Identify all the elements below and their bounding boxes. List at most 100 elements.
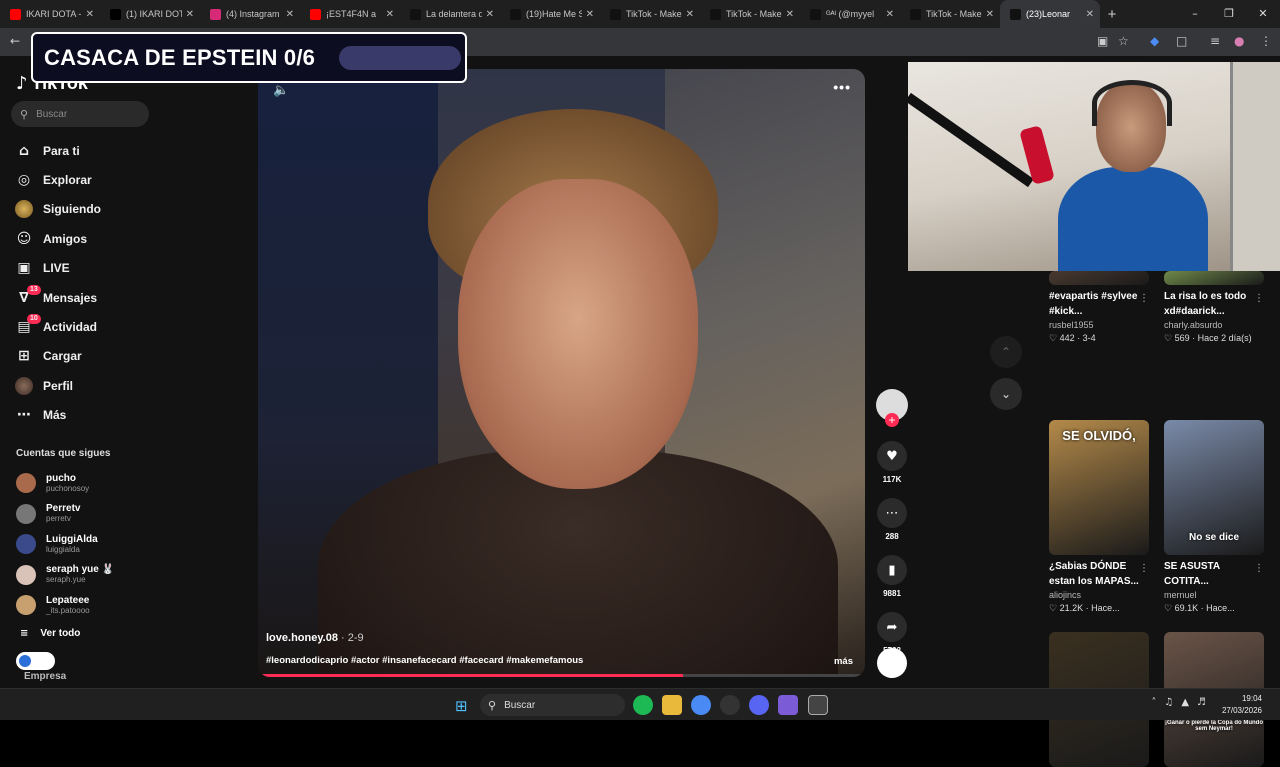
install-icon[interactable]: ▣: [1097, 34, 1108, 48]
sidebar-item-profile-avatar[interactable]: Perfil: [14, 371, 154, 400]
menu-kebab-icon[interactable]: ⋮: [1260, 34, 1272, 48]
bookmark-icon[interactable]: ▮: [877, 555, 907, 585]
card-title[interactable]: SE ASUSTA COTITA...: [1164, 559, 1256, 589]
chrome-icon[interactable]: [691, 695, 711, 715]
see-all-link[interactable]: ≡ Ver todo: [20, 628, 80, 639]
save-action[interactable]: ▮ 9881: [874, 555, 910, 598]
card-user[interactable]: mernuel: [1164, 590, 1264, 600]
heart-icon[interactable]: ♥: [877, 441, 907, 471]
sidebar-item-home[interactable]: ⌂ Para ti: [14, 136, 154, 165]
close-icon[interactable]: ✕: [386, 9, 394, 20]
windows-start-icon[interactable]: ⊞: [455, 697, 468, 715]
sidebar-item-live[interactable]: ▣ LIVE: [14, 254, 154, 283]
close-icon[interactable]: ✕: [186, 9, 194, 20]
close-icon[interactable]: ✕: [1086, 9, 1094, 20]
close-icon[interactable]: ✕: [686, 9, 694, 20]
spotify-icon[interactable]: [633, 695, 653, 715]
card-user[interactable]: rusbel1955: [1049, 320, 1149, 330]
followed-account[interactable]: seraph yue 🐰 seraph.yue: [16, 560, 156, 591]
minimize-icon[interactable]: –: [1178, 0, 1212, 28]
followed-account[interactable]: Lepateee _its.patoooo: [16, 590, 156, 621]
close-icon[interactable]: ✕: [786, 9, 794, 20]
card-menu-icon[interactable]: ⋮: [1139, 293, 1149, 304]
sidebar-item-friends[interactable]: ☺ Amigos: [14, 224, 154, 253]
file-explorer-icon[interactable]: [662, 695, 682, 715]
followed-account[interactable]: pucho puchonosoy: [16, 468, 156, 499]
sound-disc-icon[interactable]: [877, 648, 907, 678]
sidebar-item-compass[interactable]: ◎ Explorar: [14, 165, 154, 194]
business-toggle[interactable]: [16, 652, 55, 670]
close-icon[interactable]: ✕: [86, 9, 94, 20]
close-icon[interactable]: ✕: [986, 9, 994, 20]
video-hashtags[interactable]: #leonardodicaprio #actor #insanefacecard…: [266, 655, 583, 666]
card-menu-icon[interactable]: ⋮: [1254, 563, 1264, 574]
more-options-icon[interactable]: •••: [833, 79, 851, 95]
like-action[interactable]: ♥ 117K: [874, 441, 910, 484]
video-username[interactable]: love.honey.08: [266, 632, 338, 644]
close-window-icon[interactable]: ✕: [1246, 0, 1280, 28]
followed-account[interactable]: Perretv perretv: [16, 499, 156, 530]
comment-action[interactable]: ⋯ 288: [874, 498, 910, 541]
browser-tab[interactable]: (19)Hate Me S ✕: [500, 0, 600, 28]
video-thumbnail[interactable]: No se dice: [1164, 420, 1264, 555]
video-more-link[interactable]: más: [834, 656, 853, 667]
browser-tab[interactable]: TikTok - Make ✕: [900, 0, 1000, 28]
puzzle-icon[interactable]: □: [1176, 34, 1187, 48]
taskbar-search[interactable]: ⚲ Buscar: [480, 694, 625, 716]
video-thumbnail[interactable]: SE OLVIDÓ,: [1049, 420, 1149, 555]
app-grid-icon[interactable]: [778, 695, 798, 715]
card-user[interactable]: aliojincs: [1049, 590, 1149, 600]
tab-list-icon[interactable]: ≡: [1210, 34, 1220, 48]
browser-tab[interactable]: (23)Leonar ✕: [1000, 0, 1100, 28]
next-video-button[interactable]: ⌄: [990, 378, 1022, 410]
card-title[interactable]: ¿Sabias DÓNDE estan los MAPAS...: [1049, 559, 1141, 589]
browser-tab[interactable]: La delantera d ✕: [400, 0, 500, 28]
close-icon[interactable]: ✕: [586, 9, 594, 20]
comment-icon[interactable]: ⋯: [877, 498, 907, 528]
obs-icon[interactable]: [720, 695, 740, 715]
browser-tab[interactable]: TikTok - Make ✕: [700, 0, 800, 28]
card-user[interactable]: charly.absurdo: [1164, 320, 1264, 330]
browser-tab[interactable]: IKARI DOTA - • ✕: [0, 0, 100, 28]
epic-games-icon[interactable]: [808, 695, 828, 715]
video-player[interactable]: 🔈 ••• love.honey.08 · 2-9 #leonardodicap…: [258, 69, 865, 677]
close-icon[interactable]: ✕: [886, 9, 894, 20]
recommended-video-card[interactable]: SE OLVIDÓ, ¿Sabias DÓNDE estan los MAPAS.…: [1049, 420, 1149, 614]
video-progress-bar[interactable]: [258, 674, 865, 677]
card-menu-icon[interactable]: ⋮: [1254, 293, 1264, 304]
recommended-video-card[interactable]: #evapartis #sylvee #kick... ⋮ rusbel1955 ♡ …: [1049, 271, 1149, 344]
system-tray-icons[interactable]: ˄♫▲♬: [1151, 697, 1214, 708]
close-icon[interactable]: ✕: [486, 9, 494, 20]
volume-icon[interactable]: 🔈: [273, 83, 289, 98]
video-author[interactable]: love.honey.08 · 2-9: [266, 632, 364, 644]
card-menu-icon[interactable]: ⋮: [1139, 563, 1149, 574]
discord-icon[interactable]: [749, 695, 769, 715]
profile-icon[interactable]: ●: [1234, 34, 1244, 48]
sidebar-item-upload[interactable]: ⊞ Cargar: [14, 342, 154, 371]
followed-account[interactable]: LuiggiAlda luiggialda: [16, 529, 156, 560]
card-title[interactable]: #evapartis #sylvee #kick...: [1049, 289, 1141, 319]
sidebar-item-messages[interactable]: ∇ Mensajes 13: [14, 283, 154, 312]
browser-tab[interactable]: ᴳᴬᴵ (@myyel ✕: [800, 0, 900, 28]
sidebar-item-more[interactable]: ⋯ Más: [14, 401, 154, 430]
bookmark-star-icon[interactable]: ☆: [1118, 34, 1129, 48]
browser-tab[interactable]: (1) IKARI DOTA ✕: [100, 0, 200, 28]
video-thumbnail[interactable]: [1049, 271, 1149, 285]
extension-icon[interactable]: ◆: [1150, 34, 1159, 48]
restore-icon[interactable]: ❐: [1212, 0, 1246, 28]
recommended-video-card[interactable]: La risa lo es todo xd#daarick... ⋮ charly.…: [1164, 271, 1264, 344]
sidebar-item-activity[interactable]: ▤ Actividad 10: [14, 312, 154, 341]
previous-video-button[interactable]: ⌃: [990, 336, 1022, 368]
sidebar-item-following-avatar[interactable]: Siguiendo: [14, 195, 154, 224]
follow-plus-icon[interactable]: +: [885, 413, 899, 427]
share-icon[interactable]: ➦: [877, 612, 907, 642]
close-icon[interactable]: ✕: [286, 9, 294, 20]
browser-tab[interactable]: ¡EST4F4N a ✕: [300, 0, 400, 28]
back-icon[interactable]: ←: [10, 34, 20, 48]
browser-tab[interactable]: (4) Instagram ✕: [200, 0, 300, 28]
recommended-video-card[interactable]: No se dice SE ASUSTA COTITA... ⋮ mernuel ♡ 6…: [1164, 420, 1264, 614]
system-clock[interactable]: 19:04 27/03/2026: [1222, 693, 1262, 717]
video-thumbnail[interactable]: [1164, 271, 1264, 285]
card-title[interactable]: La risa lo es todo xd#daarick...: [1164, 289, 1256, 319]
new-tab-button[interactable]: +: [1100, 6, 1124, 23]
